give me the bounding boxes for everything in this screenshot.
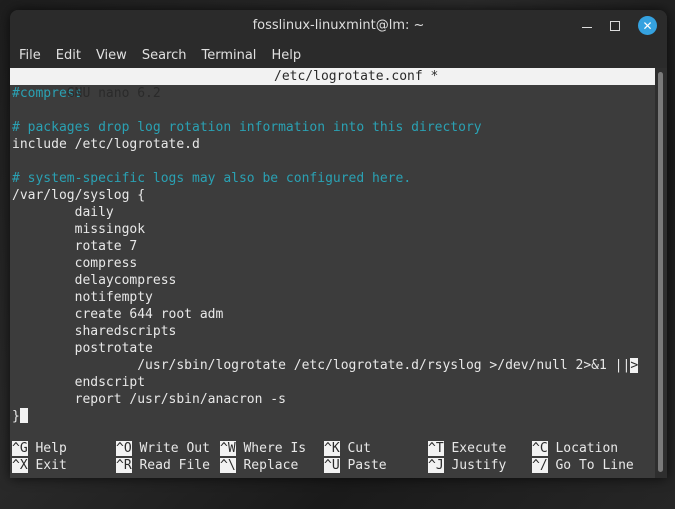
terminal-area[interactable]: GNU nano 6.2 /etc/logrotate.conf * #comp…	[10, 68, 655, 478]
window-controls: ✕	[582, 16, 657, 35]
shortcut-label: Cut	[339, 441, 371, 456]
line-text: compress	[12, 256, 138, 271]
menu-search[interactable]: Search	[142, 48, 187, 63]
shortcut-help[interactable]: ^G Help	[12, 440, 116, 457]
shortcut-read-file[interactable]: ^R Read File	[116, 457, 220, 474]
shortcut-key: ^G	[12, 441, 28, 456]
menu-edit[interactable]: Edit	[56, 48, 81, 63]
comment-line: # packages drop log rotation information…	[10, 119, 655, 136]
shortcut-label: Replace	[235, 458, 299, 473]
line-text: postrotate	[12, 341, 153, 356]
line-text: rotate 7	[12, 239, 138, 254]
shortcut-key: ^X	[12, 458, 28, 473]
code-line: postrotate	[10, 340, 655, 357]
code-line: sharedscripts	[10, 323, 655, 340]
menu-bar: File Edit View Search Terminal Help	[10, 42, 667, 68]
code-line: create 644 root adm	[10, 306, 655, 323]
menu-file[interactable]: File	[19, 48, 41, 63]
line-text: include /etc/logrotate.d	[12, 137, 200, 152]
scrollbar-thumb[interactable]	[658, 72, 663, 472]
scrollbar[interactable]	[655, 68, 667, 478]
minimize-button[interactable]	[582, 26, 592, 29]
shortcut-exit[interactable]: ^X Exit	[12, 457, 116, 474]
line-text: # system-specific logs may also be confi…	[12, 171, 412, 186]
code-line: daily	[10, 204, 655, 221]
shortcut-key: ^T	[428, 441, 444, 456]
shortcut-paste[interactable]: ^U Paste	[324, 457, 428, 474]
shortcut-replace[interactable]: ^\ Replace	[220, 457, 324, 474]
shortcut-write-out[interactable]: ^O Write Out	[116, 440, 220, 457]
nano-version: GNU nano 6.2	[58, 86, 161, 101]
nano-filename: /etc/logrotate.conf *	[274, 69, 439, 84]
line-text: delaycompress	[12, 273, 177, 288]
shortcut-justify[interactable]: ^J Justify	[428, 457, 532, 474]
line-text: report /usr/sbin/anacron -s	[12, 392, 286, 407]
line-text: /usr/sbin/logrotate /etc/logrotate.d/rsy…	[12, 358, 631, 373]
code-line: compress	[10, 255, 655, 272]
shortcut-label: Where Is	[235, 441, 307, 456]
menu-help[interactable]: Help	[271, 48, 301, 63]
close-button[interactable]: ✕	[638, 16, 657, 35]
shortcut-key: ^K	[324, 441, 340, 456]
line-text: /var/log/syslog {	[12, 188, 146, 203]
code-line: include /etc/logrotate.d	[10, 136, 655, 153]
nano-header: GNU nano 6.2 /etc/logrotate.conf *	[10, 68, 655, 101]
code-line: endscript	[10, 374, 655, 391]
line-text: daily	[12, 205, 114, 220]
shortcut-key: ^\	[220, 458, 236, 473]
code-line: /usr/sbin/logrotate /etc/logrotate.d/rsy…	[10, 357, 655, 374]
menu-terminal[interactable]: Terminal	[201, 48, 256, 63]
menu-view[interactable]: View	[96, 48, 127, 63]
shortcut-location[interactable]: ^C Location	[532, 440, 636, 457]
shortcut-key: ^C	[532, 441, 548, 456]
window-title: fosslinux-linuxmint@lm: ~	[252, 18, 425, 33]
shortcut-label: Location	[547, 441, 619, 456]
shortcut-cut[interactable]: ^K Cut	[324, 440, 428, 457]
line-text: sharedscripts	[12, 324, 177, 339]
text-cursor	[19, 408, 28, 423]
code-line: /var/log/syslog {	[10, 187, 655, 204]
code-line: notifempty	[10, 289, 655, 306]
line-text: }	[12, 409, 20, 424]
line-text: notifempty	[12, 290, 153, 305]
shortcut-key: ^J	[428, 458, 444, 473]
overflow-indicator: >	[630, 358, 639, 373]
shortcut-label: Write Out	[131, 441, 210, 456]
comment-line: # system-specific logs may also be confi…	[10, 170, 655, 187]
line-text: missingok	[12, 222, 146, 237]
shortcut-where-is[interactable]: ^W Where Is	[220, 440, 324, 457]
shortcut-label: Paste	[339, 458, 387, 473]
title-bar[interactable]: fosslinux-linuxmint@lm: ~ ✕	[10, 10, 667, 42]
shortcut-go-to-line[interactable]: ^/ Go To Line	[532, 457, 636, 474]
editor-content[interactable]: #compress# packages drop log rotation in…	[10, 85, 655, 425]
close-icon: ✕	[642, 18, 653, 33]
code-line: }	[10, 408, 655, 425]
shortcut-label: Help	[27, 441, 67, 456]
code-line: report /usr/sbin/anacron -s	[10, 391, 655, 408]
shortcut-label: Execute	[443, 441, 507, 456]
line-text: endscript	[12, 375, 146, 390]
shortcut-label: Go To Line	[547, 458, 634, 473]
maximize-button[interactable]	[610, 20, 620, 31]
shortcut-label: Read File	[131, 458, 210, 473]
shortcut-key: ^/	[532, 458, 548, 473]
code-line: missingok	[10, 221, 655, 238]
shortcut-key: ^R	[116, 458, 132, 473]
code-line: rotate 7	[10, 238, 655, 255]
shortcut-bar: ^G Help ^O Write Out ^W Where Is ^K Cut …	[12, 440, 636, 474]
line-text: # packages drop log rotation information…	[12, 120, 482, 135]
shortcut-label: Justify	[443, 458, 507, 473]
terminal-window: fosslinux-linuxmint@lm: ~ ✕ File Edit Vi…	[10, 10, 667, 478]
shortcut-label: Exit	[27, 458, 67, 473]
shortcut-key: ^O	[116, 441, 132, 456]
shortcut-execute[interactable]: ^T Execute	[428, 440, 532, 457]
shortcut-key: ^U	[324, 458, 340, 473]
code-line: delaycompress	[10, 272, 655, 289]
shortcut-key: ^W	[220, 441, 236, 456]
line-text: create 644 root adm	[12, 307, 224, 322]
